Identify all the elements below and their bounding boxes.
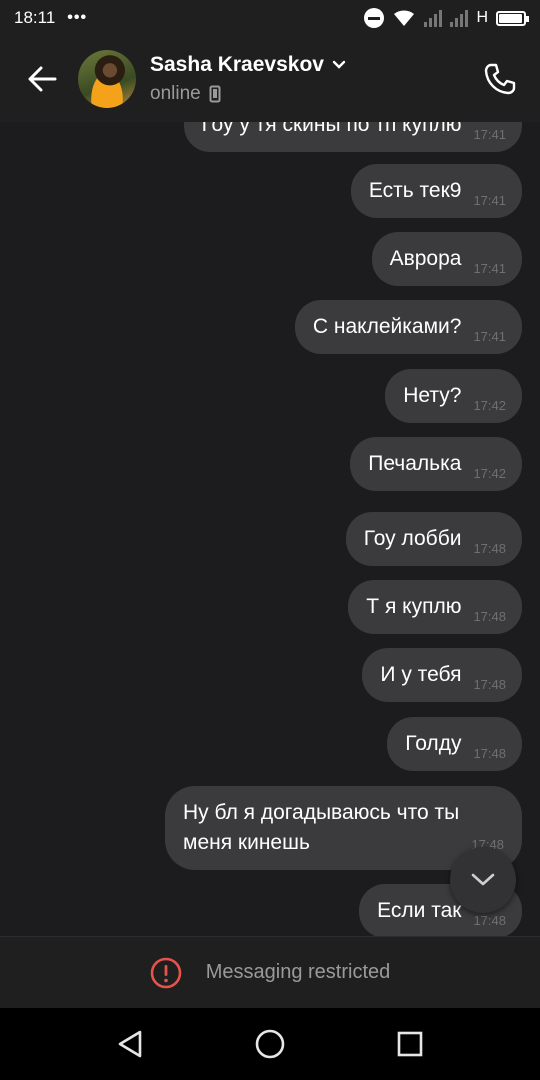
message-time: 17:41 [473, 193, 506, 208]
message-bubble[interactable]: И у тебя 17:48 [362, 648, 522, 702]
message-text: Голду [405, 732, 462, 755]
message-text: И у тебя [380, 663, 462, 686]
back-button[interactable] [0, 36, 84, 122]
signal-strength-2-icon [450, 9, 469, 27]
contact-info[interactable]: Sasha Kraevskov online [150, 53, 346, 105]
message-bubble[interactable]: Т я куплю 17:48 [348, 580, 522, 634]
battery-icon [496, 10, 529, 26]
message-text: Ну бл я догадываюсь что ты меня кинешь [183, 801, 460, 854]
message-list[interactable]: Гоу у тя скины по тп куплю 17:41 Есть тек… [0, 122, 540, 936]
mobile-device-icon [209, 85, 221, 103]
chat-header: Sasha Kraevskov online [0, 36, 540, 122]
message-time: 17:41 [473, 127, 506, 142]
message-bubble[interactable]: Гоу лобби 17:48 [345, 512, 522, 566]
chevron-down-icon [471, 873, 495, 886]
contact-name: Sasha Kraevskov [150, 53, 324, 76]
message-text: Нету? [403, 384, 462, 407]
message-time: 17:41 [473, 261, 506, 276]
call-button[interactable] [460, 36, 540, 122]
messaging-restricted-bar[interactable]: Messaging restricted [0, 936, 540, 1008]
alert-icon [150, 957, 182, 988]
status-bar: 18:11 ••• H [0, 0, 540, 36]
message-bubble[interactable]: Аврора 17:41 [371, 232, 522, 286]
messaging-restricted-label: Messaging restricted [205, 961, 391, 983]
status-icons: H [364, 8, 529, 28]
phone-icon [484, 63, 516, 95]
arrow-left-icon [28, 66, 57, 92]
message-text: Если так [377, 899, 462, 922]
message-bubble[interactable]: Печалька 17:42 [350, 437, 522, 491]
signal-strength-icon [424, 9, 443, 27]
scroll-to-bottom-button[interactable] [450, 847, 516, 913]
nav-home-button[interactable] [250, 1024, 290, 1064]
message-time: 17:48 [473, 609, 506, 624]
message-text: Гоу лобби [363, 527, 462, 550]
message-time: 17:41 [473, 329, 506, 344]
back-triangle-icon [118, 1030, 142, 1058]
message-time: 17:42 [473, 466, 506, 481]
message-bubble[interactable]: С наклейками? 17:41 [294, 300, 522, 354]
home-circle-icon [255, 1029, 285, 1059]
message-bubble[interactable]: Нету? 17:42 [385, 369, 522, 423]
system-nav-bar [0, 1008, 540, 1080]
nav-recents-button[interactable] [390, 1024, 430, 1064]
network-type: H [476, 9, 488, 26]
message-text: Аврора [389, 247, 462, 270]
message-time: 17:48 [473, 677, 506, 692]
message-text: Гоу у тя скины по тп куплю [201, 122, 462, 136]
status-time: 18:11 [14, 8, 56, 27]
message-time: 17:48 [473, 746, 506, 761]
recents-square-icon [397, 1031, 423, 1057]
message-text: Печалька [368, 452, 462, 475]
chevron-down-icon [332, 60, 346, 69]
wifi-icon [394, 10, 415, 26]
notification-dots-icon: ••• [67, 9, 88, 26]
nav-back-button[interactable] [110, 1024, 150, 1064]
message-bubble[interactable]: Есть тек9 17:41 [350, 164, 522, 218]
message-text: С наклейками? [312, 315, 462, 338]
message-time: 17:42 [473, 398, 506, 413]
avatar[interactable] [78, 50, 136, 108]
do-not-disturb-icon [364, 8, 385, 28]
message-text: Т я куплю [366, 595, 462, 618]
message-time: 17:48 [473, 541, 506, 556]
presence-status: online [150, 83, 201, 104]
message-bubble[interactable]: Голду 17:48 [387, 717, 522, 771]
message-text: Есть тек9 [368, 179, 462, 202]
message-bubble[interactable]: Гоу у тя скины по тп куплю 17:41 [183, 122, 522, 152]
